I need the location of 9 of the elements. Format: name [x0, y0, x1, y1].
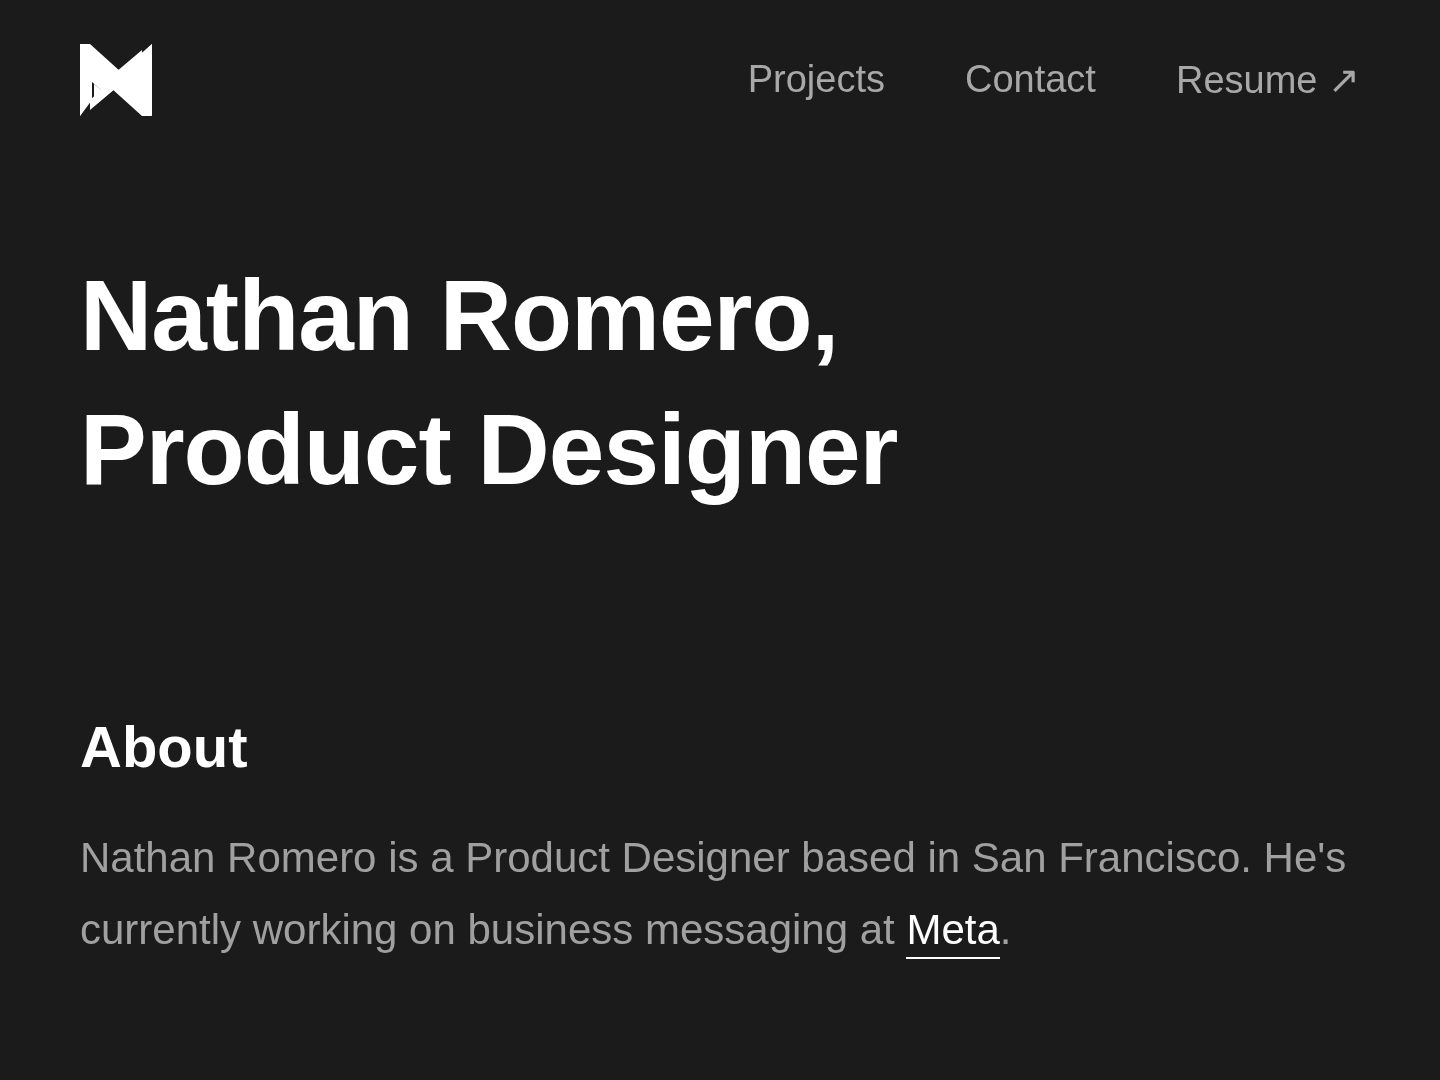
logo-icon[interactable]	[80, 44, 152, 116]
nav-link[interactable]: Resume ↗	[1175, 58, 1360, 102]
hero-title: Nathan Romero,	[80, 258, 840, 373]
about-paragraph: Nathan Romero is a Product Designer based in San Francisco. He's currently working on business messaging at Meta.	[80, 822, 1370, 966]
hero-title: Product Designer	[80, 392, 899, 507]
company-link[interactable]: Meta	[906, 906, 1000, 959]
nav-link[interactable]: Projects	[747, 58, 885, 102]
section-heading: About	[80, 713, 249, 781]
nav-link[interactable]: Contact	[964, 58, 1096, 102]
